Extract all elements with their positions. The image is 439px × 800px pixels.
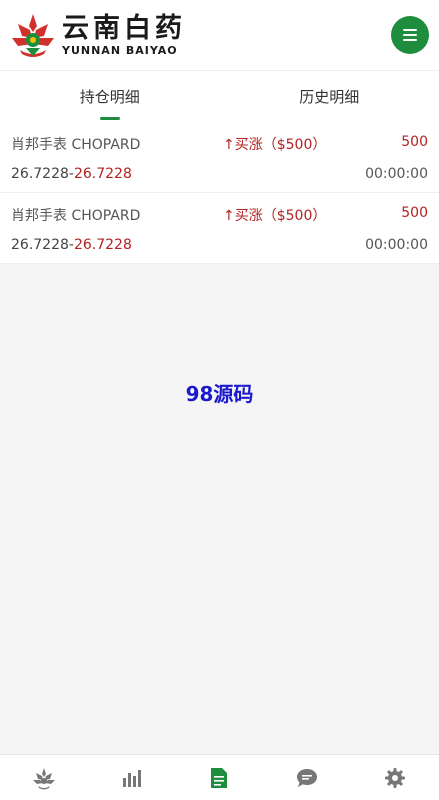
price-range: 26.7228-26.7228 [11, 237, 132, 253]
direction-label: ↑买涨 [223, 208, 263, 224]
list-item[interactable]: 肖邦手表 CHOPARD ↑买涨（$500） 500 26.7228-26.72… [0, 193, 439, 264]
direction-label: ↑买涨 [223, 137, 263, 153]
list-item[interactable]: 肖邦手表 CHOPARD ↑买涨（$500） 500 26.7228-26.72… [0, 122, 439, 193]
nav-messages[interactable] [263, 755, 351, 800]
product-name: 肖邦手表 CHOPARD [11, 208, 141, 224]
tab-history[interactable]: 历史明细 [220, 71, 439, 122]
price-range: 26.7228-26.7228 [11, 166, 132, 182]
stake-label: （$500） [262, 137, 327, 153]
open-price: 26.7228 [11, 237, 69, 253]
logo-chinese-text: 云南白药 [62, 12, 186, 44]
gear-icon [385, 767, 406, 788]
document-icon [211, 767, 228, 788]
tab-holdings[interactable]: 持仓明细 [0, 71, 220, 122]
app-header: 云南白药 YUNNAN BAIYAO [0, 0, 439, 70]
tab-history-label: 历史明细 [299, 88, 360, 106]
tab-bar: 持仓明细 历史明细 [0, 70, 439, 122]
open-price: 26.7228 [11, 166, 69, 182]
product-name: 肖邦手表 CHOPARD [11, 137, 141, 153]
lotus-logo-icon [12, 14, 54, 57]
nav-settings[interactable] [351, 755, 439, 800]
nav-positions[interactable] [176, 755, 264, 800]
trade-amount: 500 [401, 205, 428, 221]
logo-english-text: YUNNAN BAIYAO [62, 43, 178, 57]
tab-holdings-label: 持仓明细 [79, 88, 140, 106]
logo[interactable]: 云南白药 YUNNAN BAIYAO [8, 10, 186, 60]
countdown: 00:00:00 [365, 237, 428, 253]
lotus-icon [32, 767, 55, 789]
trade-direction: ↑买涨（$500） [223, 134, 326, 154]
current-price: 26.7228 [73, 237, 132, 253]
trade-amount: 500 [401, 134, 428, 150]
bar-chart-icon [122, 769, 141, 787]
chat-bubble-icon [297, 768, 318, 787]
bottom-nav [0, 754, 439, 800]
trade-direction: ↑买涨（$500） [223, 205, 326, 225]
countdown: 00:00:00 [365, 166, 428, 182]
nav-home[interactable] [0, 755, 88, 800]
stake-label: （$500） [262, 208, 327, 224]
nav-market[interactable] [88, 755, 176, 800]
menu-button[interactable] [391, 16, 429, 54]
positions-list: 肖邦手表 CHOPARD ↑买涨（$500） 500 26.7228-26.72… [0, 122, 439, 264]
hamburger-icon [403, 29, 417, 41]
current-price: 26.7228 [73, 166, 132, 182]
watermark-text: 98源码 [185, 382, 254, 406]
